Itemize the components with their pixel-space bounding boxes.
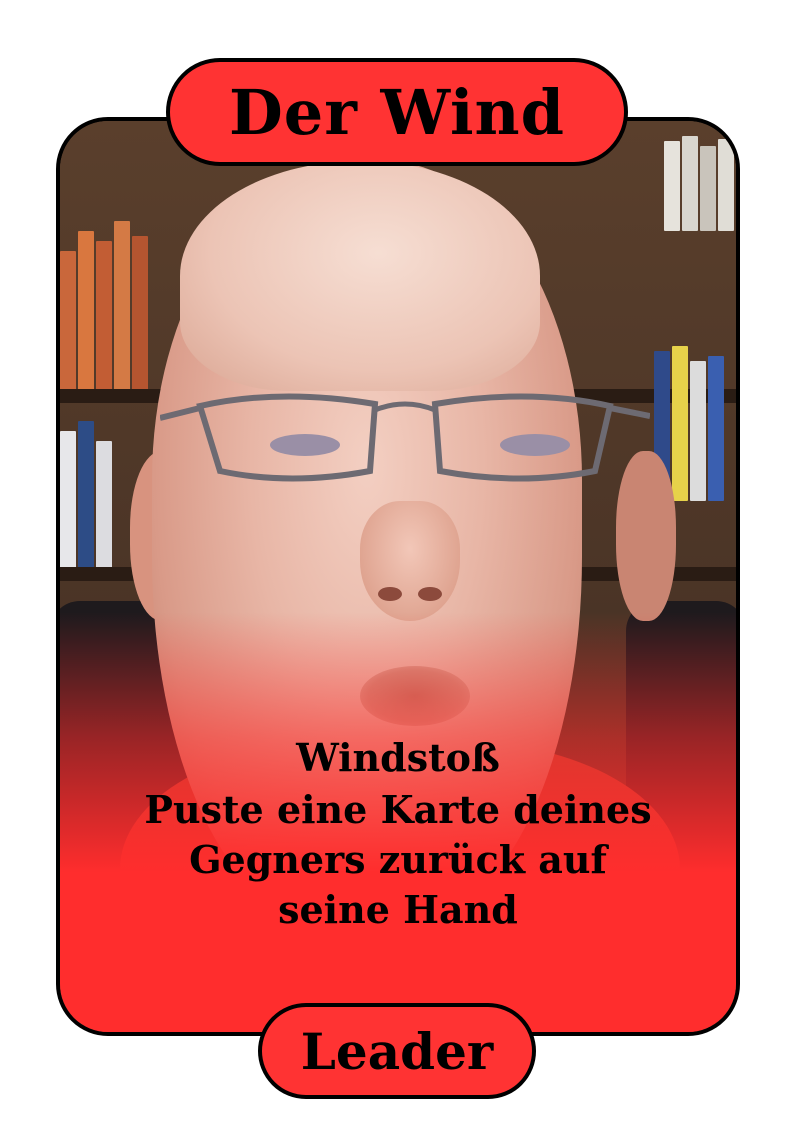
eye-right: [500, 434, 570, 456]
bookshelf-left-middle: [60, 411, 114, 571]
bookshelf-left-top: [60, 191, 150, 391]
card-frame: Windstoß Puste eine Karte deines Gegners…: [56, 117, 740, 1036]
card-type-banner: Leader: [258, 1003, 536, 1099]
ability-line-3: seine Hand: [278, 887, 518, 932]
ability-text-box: Windstoß Puste eine Karte deines Gegners…: [100, 731, 696, 935]
ability-line-2: Gegners zurück auf: [189, 837, 607, 882]
nose: [360, 501, 460, 621]
ability-line-1: Puste eine Karte deines: [144, 787, 652, 832]
card-title-banner: Der Wind: [166, 58, 628, 166]
card-title: Der Wind: [229, 75, 565, 149]
ability-name: Windstoß: [296, 735, 500, 780]
forehead: [180, 161, 540, 391]
bookshelf-right-top: [664, 131, 736, 231]
eye-left: [270, 434, 340, 456]
card-type: Leader: [300, 1021, 494, 1081]
glasses: [160, 393, 650, 482]
